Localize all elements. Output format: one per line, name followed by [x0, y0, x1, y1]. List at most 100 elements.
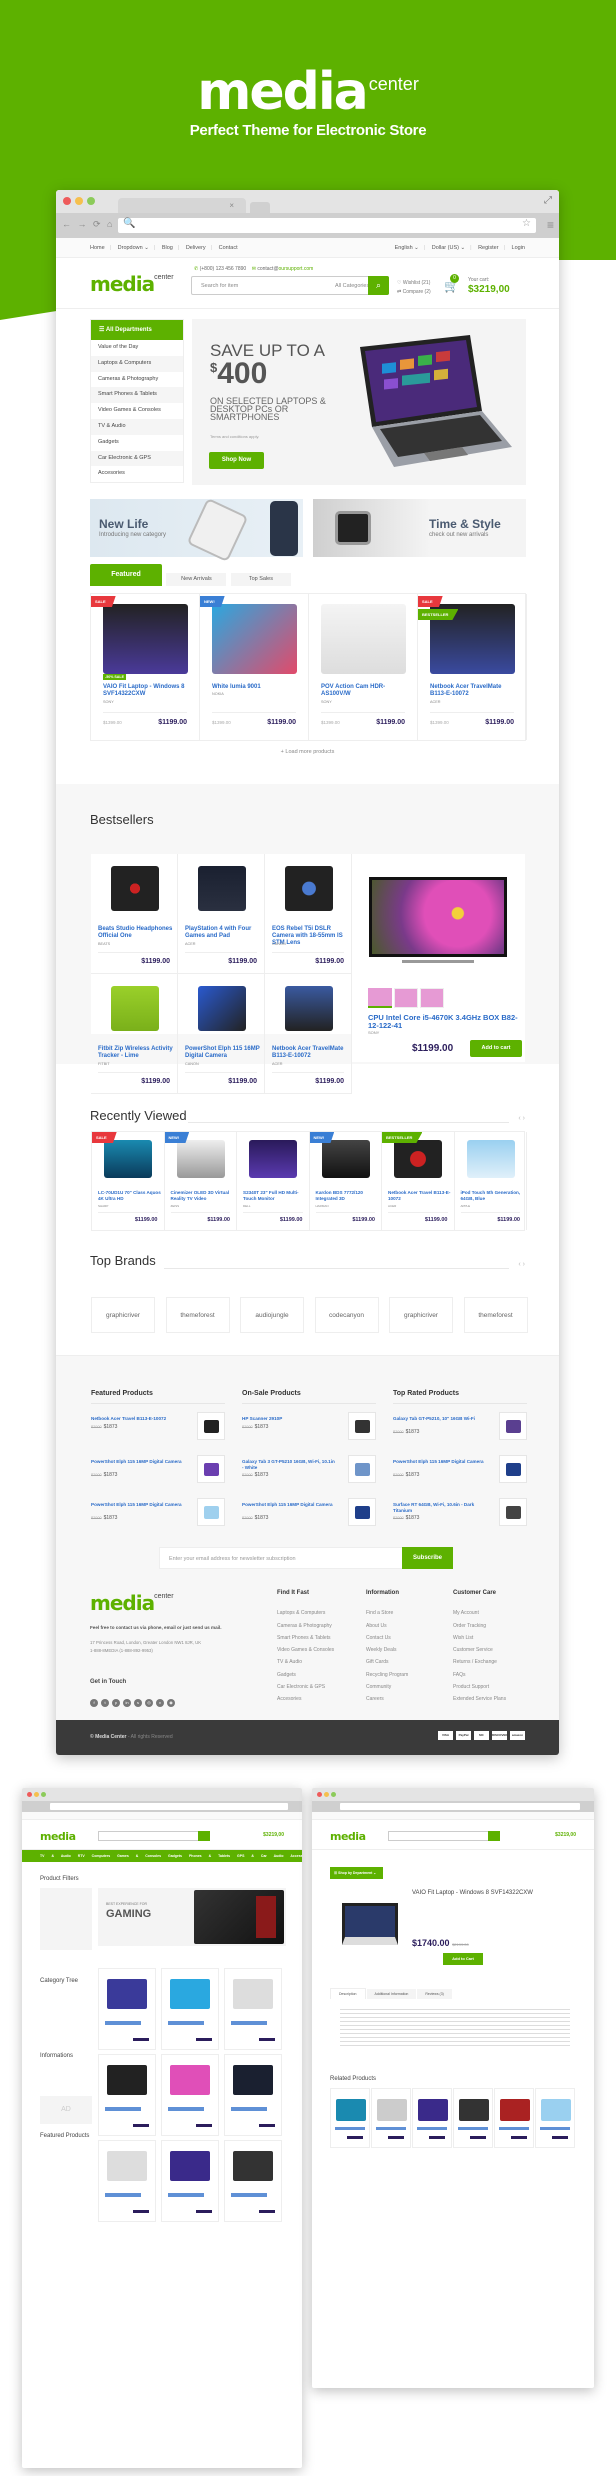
footer-link[interactable]: Returns / Exchange: [453, 1656, 506, 1668]
footer-link[interactable]: Smart Phones & Tablets: [277, 1632, 334, 1644]
wishlist-link[interactable]: ♡ Wishlist (21): [397, 279, 431, 288]
mini-list-item[interactable]: Netbook Acer Travel B113-E-10072 $2000 $18…: [91, 1412, 225, 1447]
dept-item[interactable]: Laptops & Computers: [91, 355, 183, 372]
product-name[interactable]: Netbook Acer TravelMate B113-E-10072: [430, 684, 515, 698]
product-name[interactable]: PowerShot Elph 115 16MP Digital Camera: [185, 1046, 261, 1060]
address-bar[interactable]: 🔍 ☆: [118, 218, 536, 233]
product-image[interactable]: [176, 1140, 225, 1178]
footer-link[interactable]: Extended Service Plans: [453, 1693, 506, 1705]
departments-header[interactable]: ☰ All Departments: [91, 320, 183, 340]
shop-now-button[interactable]: Shop Now: [209, 452, 264, 469]
footer-link[interactable]: Cameras & Photography: [277, 1620, 334, 1632]
mini-list-item[interactable]: PowerShot Elph 115 16MP Digital Camera $2…: [242, 1498, 376, 1533]
footer-link[interactable]: Gift Cards: [366, 1656, 408, 1668]
footer-link[interactable]: Weekly Deals: [366, 1644, 408, 1656]
preview-product-card[interactable]: [98, 2140, 156, 2222]
product-image[interactable]: [466, 1140, 515, 1178]
dept-item[interactable]: Accesories: [91, 466, 183, 482]
dept-item[interactable]: TV & Audio: [91, 418, 183, 435]
tab-top-sales[interactable]: Top Sales: [230, 573, 291, 586]
menu-icon[interactable]: ≡: [547, 218, 554, 232]
top-link-delivery[interactable]: Delivery: [186, 245, 206, 251]
item-thumbnail[interactable]: [197, 1498, 225, 1526]
related-product-card[interactable]: [330, 2088, 370, 2148]
site-logo[interactable]: mediacenter: [90, 272, 174, 296]
mini-list-item[interactable]: Galaxy Tab GT-P5210, 10" 16GB Wi-Fi $2000…: [393, 1412, 527, 1447]
product-image[interactable]: [285, 986, 333, 1031]
bestseller-card[interactable]: Beats Studio Headphones Official One BEAT…: [91, 854, 178, 974]
mini-list-item[interactable]: PowerShot Elph 115 16MP Digital Camera $2…: [91, 1455, 225, 1490]
banner-new-life[interactable]: New Life Introducing new category: [90, 497, 303, 563]
compare-link[interactable]: ⇄ Compare (2): [397, 288, 431, 297]
product-image[interactable]: [111, 866, 159, 911]
social-icon[interactable]: f: [90, 1699, 98, 1707]
preview-product-card[interactable]: [224, 2140, 282, 2222]
currency-select[interactable]: Dollar (US) ⌄: [432, 245, 465, 251]
item-thumbnail[interactable]: [348, 1455, 376, 1483]
bestseller-card[interactable]: EOS Rebel T5i DSLR Camera with 18-55mm I…: [265, 854, 352, 974]
star-icon[interactable]: ☆: [522, 218, 531, 229]
browser-tab[interactable]: ×: [118, 198, 246, 213]
footer-link[interactable]: Customer Service: [453, 1644, 506, 1656]
preview-product-card[interactable]: [98, 1968, 156, 2050]
item-name[interactable]: PowerShot Elph 115 16MP Digital Camera: [91, 1459, 186, 1465]
social-icon[interactable]: t: [101, 1699, 109, 1707]
product-name[interactable]: White lumia 9001: [212, 684, 297, 691]
search-button[interactable]: ⌕: [368, 276, 389, 295]
login-link[interactable]: Login: [512, 245, 525, 251]
footer-link[interactable]: Careers: [366, 1693, 408, 1705]
footer-link[interactable]: Product Support: [453, 1681, 506, 1693]
product-image[interactable]: [103, 604, 188, 674]
preview-product-card[interactable]: [98, 2054, 156, 2136]
social-icon[interactable]: v: [156, 1699, 164, 1707]
category-nav[interactable]: TV & Audio RTV Computers Games & Console…: [22, 1850, 302, 1862]
thumb-3[interactable]: [420, 988, 444, 1008]
preview-product-card[interactable]: [161, 2054, 219, 2136]
item-name[interactable]: HP Scanner 2910P: [242, 1416, 337, 1422]
item-name[interactable]: Galaxy Tab GT-P5210, 10" 16GB Wi-Fi: [393, 1416, 488, 1422]
related-product-card[interactable]: [494, 2088, 534, 2148]
ad-placeholder[interactable]: AD: [40, 2096, 92, 2124]
navigation-icons[interactable]: ← → ⟳ ⌂: [62, 219, 114, 230]
social-icon[interactable]: p: [112, 1699, 120, 1707]
bestseller-card[interactable]: PlayStation 4 with Four Games and Pad ACE…: [178, 854, 265, 974]
bestseller-card[interactable]: PowerShot Elph 115 16MP Digital Camera CA…: [178, 974, 265, 1094]
preview-product-card[interactable]: [224, 1968, 282, 2050]
product-image[interactable]: [394, 1140, 442, 1178]
preview-product-card[interactable]: [224, 2054, 282, 2136]
dept-item[interactable]: Gadgets: [91, 435, 183, 451]
dept-item[interactable]: Smart Phones & Tablets: [91, 387, 183, 404]
item-name[interactable]: PowerShot Elph 115 16MP Digital Camera: [393, 1459, 488, 1465]
product-name[interactable]: Kardon BDS 7772/120 Integrated 3D: [316, 1190, 380, 1202]
tab-additional-info[interactable]: Additional Information: [366, 1989, 417, 1999]
product-image[interactable]: [104, 1140, 152, 1178]
cart-widget[interactable]: 🛒 0 Your cart: $3219,00: [444, 274, 510, 295]
preview-product-card[interactable]: [161, 2140, 219, 2222]
product-card[interactable]: SALE -50% SALE VAIO Fit Laptop - Windows 8…: [91, 594, 200, 740]
recent-product-card[interactable]: SALE LC-70UD1U 70" Class Aquos 4K Ultra H…: [92, 1132, 165, 1230]
carousel-arrows[interactable]: ‹ ›: [518, 1115, 525, 1122]
tv-image[interactable]: [369, 877, 507, 957]
carousel-arrows[interactable]: ‹ ›: [518, 1261, 525, 1268]
recent-product-card[interactable]: iPod Touch 5th Generation, 64GB, Blue APP…: [455, 1132, 527, 1230]
footer-link[interactable]: Accesories: [277, 1693, 334, 1705]
footer-link[interactable]: TV & Audio: [277, 1656, 334, 1668]
load-more-button[interactable]: + Load more products: [56, 749, 559, 755]
gaming-banner[interactable]: BEST EXPERIENCE FOR GAMING: [98, 1888, 286, 1946]
product-name[interactable]: LC-70UD1U 70" Class Aquos 4K Ultra HD: [98, 1190, 162, 1202]
product-name[interactable]: Netbook Acer Travel B113-E-10072: [388, 1190, 452, 1202]
top-link-home[interactable]: Home: [90, 245, 105, 251]
product-card[interactable]: POV Action Cam HDR-AS100V/W SONY $1399.00 $…: [309, 594, 418, 740]
search-input[interactable]: Search for item: [201, 283, 238, 289]
product-name[interactable]: Beats Studio Headphones Official One: [98, 926, 174, 940]
footer-link[interactable]: Video Games & Consoles: [277, 1644, 334, 1656]
social-icon[interactable]: s: [134, 1699, 142, 1707]
item-name[interactable]: Galaxy Tab 3 GT-P5210 16GB, Wi-Fi, 10.1i…: [242, 1459, 337, 1471]
close-icon[interactable]: ×: [229, 201, 234, 210]
brand-logo[interactable]: themeforest: [165, 1297, 230, 1333]
product-image[interactable]: [212, 604, 297, 674]
product-name[interactable]: S2340T 23" Full HD Multi-Touch Monitor: [243, 1190, 307, 1202]
footer-link[interactable]: FAQs: [453, 1669, 506, 1681]
mini-list-item[interactable]: Galaxy Tab 3 GT-P5210 16GB, Wi-Fi, 10.1i…: [242, 1455, 376, 1490]
footer-link[interactable]: Find a Store: [366, 1607, 408, 1619]
